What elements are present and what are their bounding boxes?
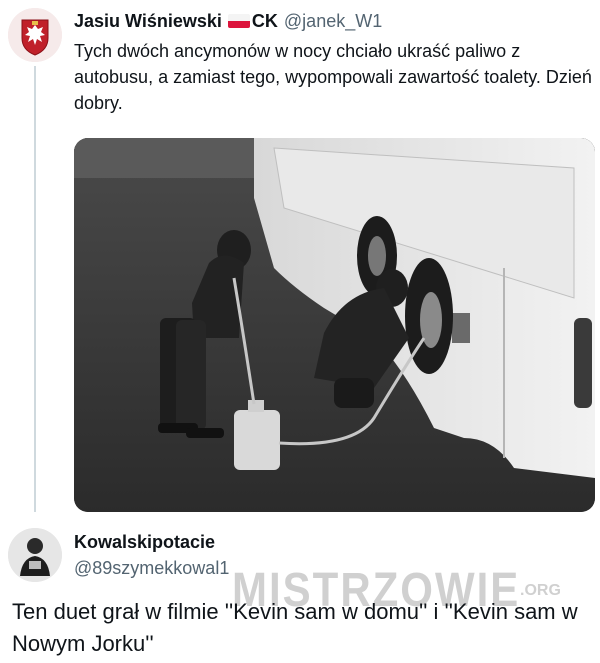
author-avatar[interactable]	[8, 8, 62, 62]
user-avatar-icon	[8, 528, 62, 582]
tweet-media-image[interactable]	[74, 138, 595, 512]
bus-night-photo	[74, 138, 595, 512]
reply-text: Ten duet grał w filmie ''Kevin sam w dom…	[12, 599, 578, 656]
author-name-suffix: CK	[251, 10, 278, 31]
reply-author-handle[interactable]: @89szymekkowal1	[74, 558, 229, 579]
reply-author-avatar[interactable]	[8, 528, 62, 582]
author-handle[interactable]: @janek_W1	[284, 11, 382, 32]
reply-author-name[interactable]: Kowalskipotacie	[74, 532, 215, 553]
polish-eagle-icon	[8, 8, 62, 62]
tweet-text: Tych dwóch ancymonów w nocy chciało ukra…	[74, 41, 592, 113]
tweet-header: Jasiu Wiśniewski CK @janek_W1	[74, 8, 382, 34]
thread-connector-line	[34, 66, 36, 512]
author-name[interactable]: Jasiu Wiśniewski	[74, 11, 222, 32]
poland-flag-icon	[227, 14, 250, 28]
